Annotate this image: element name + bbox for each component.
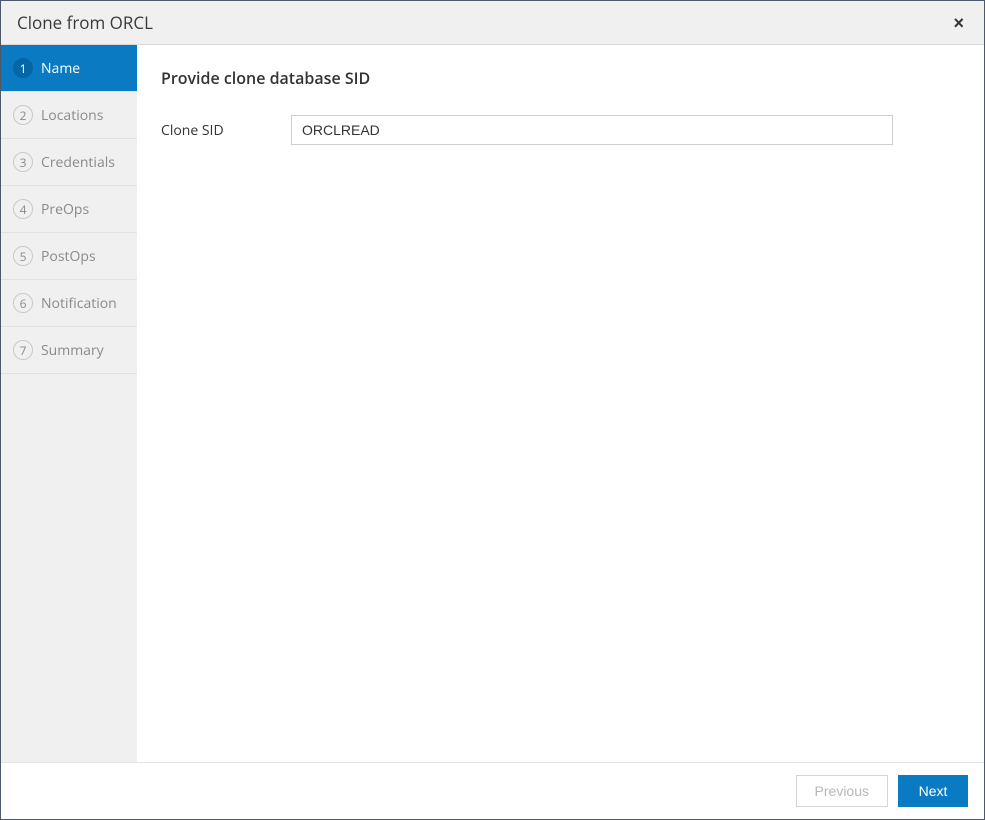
wizard-nav: 1 Name 2 Locations 3 Credentials 4 PreOp…: [1, 45, 137, 762]
wizard-step-postops[interactable]: 5 PostOps: [1, 233, 137, 280]
content-heading: Provide clone database SID: [161, 67, 960, 89]
wizard-content: Provide clone database SID Clone SID: [137, 45, 984, 762]
step-number: 2: [13, 105, 33, 125]
step-label: PostOps: [41, 247, 96, 266]
form-row-clone-sid: Clone SID: [161, 115, 960, 145]
previous-button[interactable]: Previous: [796, 775, 888, 807]
step-number: 7: [13, 340, 33, 360]
close-button[interactable]: ×: [949, 14, 968, 32]
step-number: 3: [13, 152, 33, 172]
clone-sid-input[interactable]: [291, 115, 893, 145]
clone-dialog: Clone from ORCL × 1 Name 2 Locations 3 C…: [0, 0, 985, 820]
step-number: 6: [13, 293, 33, 313]
step-label: Name: [41, 59, 80, 78]
dialog-footer: Previous Next: [1, 762, 984, 819]
wizard-step-notification[interactable]: 6 Notification: [1, 280, 137, 327]
wizard-step-name[interactable]: 1 Name: [1, 45, 137, 92]
dialog-body: 1 Name 2 Locations 3 Credentials 4 PreOp…: [1, 45, 984, 762]
wizard-step-preops[interactable]: 4 PreOps: [1, 186, 137, 233]
wizard-step-summary[interactable]: 7 Summary: [1, 327, 137, 374]
step-number: 5: [13, 246, 33, 266]
wizard-step-credentials[interactable]: 3 Credentials: [1, 139, 137, 186]
step-label: Summary: [41, 341, 104, 360]
step-number: 1: [13, 58, 33, 78]
wizard-step-locations[interactable]: 2 Locations: [1, 92, 137, 139]
step-number: 4: [13, 199, 33, 219]
dialog-title: Clone from ORCL: [17, 11, 153, 34]
next-button[interactable]: Next: [898, 775, 968, 807]
step-label: Notification: [41, 294, 117, 313]
dialog-header: Clone from ORCL ×: [1, 1, 984, 45]
step-label: PreOps: [41, 200, 89, 219]
step-label: Credentials: [41, 153, 115, 172]
clone-sid-label: Clone SID: [161, 121, 291, 140]
step-label: Locations: [41, 106, 103, 125]
